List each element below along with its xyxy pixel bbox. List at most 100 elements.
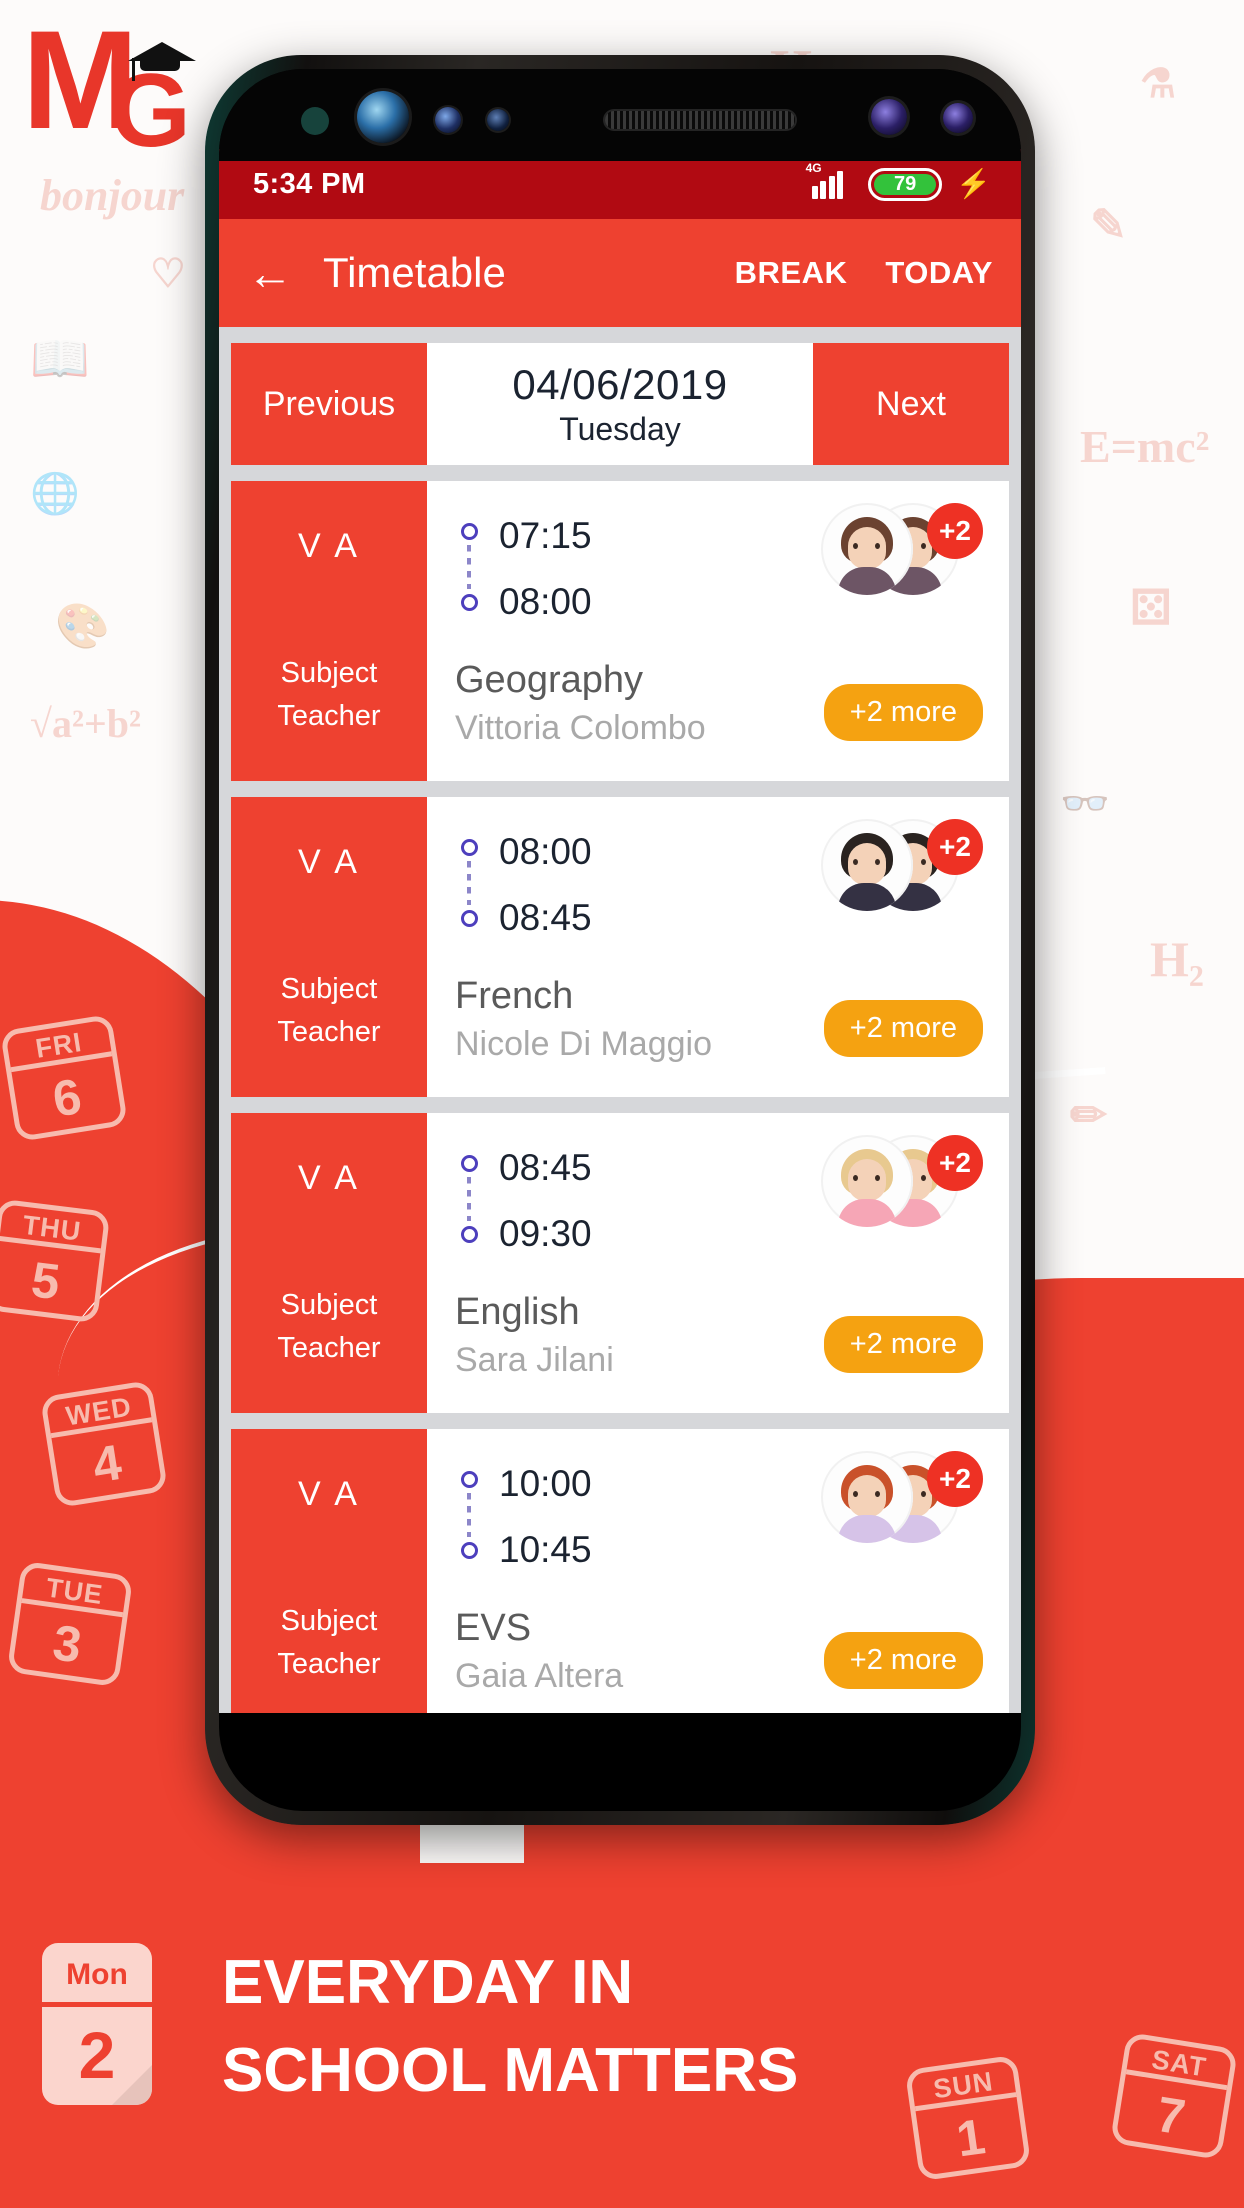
avatar-group[interactable]: +2: [821, 819, 983, 919]
app-screen: 5:34 PM 4G 79 ⚡ ← Timetable BREAK TODAY …: [219, 149, 1021, 1713]
network-type-primary: 4G: [805, 161, 822, 175]
sensor-icon-f: [943, 103, 973, 133]
row-start-time: 10:00: [499, 1463, 592, 1504]
calendar-badge-num: 4: [89, 1433, 126, 1494]
row-details: 08:45 09:30 English Sara Jilani +2 +2 mo…: [427, 1113, 1009, 1413]
row-subject-label: Subject: [280, 1605, 378, 1637]
avatar: [821, 1135, 913, 1227]
app-bar: ← Timetable BREAK TODAY: [219, 219, 1021, 327]
row-end-time: 09:30: [499, 1213, 592, 1254]
more-button[interactable]: +2 more: [823, 1316, 983, 1373]
timeline-icon: [455, 831, 483, 927]
avatar-group[interactable]: +2: [821, 1135, 983, 1235]
row-start-time: 08:45: [499, 1147, 592, 1188]
calendar-badge-fri: FRI 6: [0, 1013, 129, 1143]
row-subject-label: Subject: [280, 657, 378, 689]
row-class-name: V A: [298, 1475, 360, 1513]
graduation-cap-icon: [128, 42, 196, 61]
row-start-time: 08:00: [499, 831, 592, 872]
row-teacher-label: Teacher: [277, 700, 381, 732]
row-subject: English: [455, 1291, 580, 1333]
earpiece-speaker-icon: [605, 111, 795, 129]
row-field-labels: Subject Teacher: [277, 1289, 380, 1365]
calendar-badge-tue: TUE 3: [6, 1560, 134, 1688]
table-row[interactable]: V A Subject Teacher 10:00 10:45 EVS Gaia…: [231, 1429, 1009, 1713]
row-teacher: Nicole Di Maggio: [455, 1025, 712, 1063]
row-teacher-label: Teacher: [277, 1648, 381, 1680]
avatar: [821, 819, 913, 911]
avatar-overflow-badge: +2: [927, 819, 983, 875]
current-weekday: Tuesday: [559, 410, 681, 447]
row-field-labels: Subject Teacher: [277, 1605, 380, 1681]
row-field-labels: Subject Teacher: [277, 657, 380, 733]
phone-screen-area: 5:34 PM 4G 79 ⚡ ← Timetable BREAK TODAY …: [219, 69, 1021, 1811]
row-subject: French: [455, 975, 574, 1017]
banner-calendar-icon: Mon 2: [42, 1943, 152, 2105]
row-details: 08:00 08:45 French Nicole Di Maggio +2 +…: [427, 797, 1009, 1097]
avatar-group[interactable]: +2: [821, 503, 983, 603]
table-row[interactable]: V A Subject Teacher 08:45 09:30 English …: [231, 1113, 1009, 1413]
row-start-time: 07:15: [499, 515, 592, 556]
page-title: Timetable: [323, 249, 506, 296]
avatar: [821, 503, 913, 595]
network-type-label: 4G: [805, 161, 822, 175]
row-details: 07:15 08:00 Geography Vittoria Colombo +…: [427, 481, 1009, 781]
today-button[interactable]: TODAY: [885, 255, 993, 291]
calendar-badge-num: 5: [28, 1251, 63, 1311]
table-row[interactable]: V A Subject Teacher 07:15 08:00 Geograph…: [231, 481, 1009, 781]
banner-headline-line1: EVERYDAY IN: [222, 1948, 634, 2017]
row-times: 08:45 09:30: [499, 1147, 592, 1255]
row-class-panel: V A Subject Teacher: [231, 797, 427, 1097]
avatar-group[interactable]: +2: [821, 1451, 983, 1551]
lightning-bolt-icon: ⚡: [956, 168, 991, 199]
battery-percent-label: 79: [874, 173, 937, 195]
row-class-panel: V A Subject Teacher: [231, 1429, 427, 1713]
date-navigation-bar: Previous 04/06/2019 Tuesday Next: [231, 343, 1009, 465]
timeline-icon: [455, 515, 483, 611]
row-times: 07:15 08:00: [499, 515, 592, 623]
phone-mockup: 5:34 PM 4G 79 ⚡ ← Timetable BREAK TODAY …: [205, 55, 1035, 1825]
avatar-overflow-badge: +2: [927, 503, 983, 559]
calendar-badge-thu: THU 5: [0, 1198, 111, 1324]
row-teacher: Vittoria Colombo: [455, 709, 706, 747]
break-button[interactable]: BREAK: [735, 255, 848, 291]
more-button[interactable]: +2 more: [823, 684, 983, 741]
calendar-badge-num: 6: [49, 1067, 86, 1128]
row-teacher: Gaia Altera: [455, 1657, 624, 1695]
row-teacher-label: Teacher: [277, 1016, 381, 1048]
graduation-cap-tassel-icon: [132, 58, 135, 81]
row-end-time: 08:45: [499, 897, 592, 938]
avatar-overflow-badge: +2: [927, 1135, 983, 1191]
front-camera-icon: [357, 91, 409, 143]
calendar-badge-wed: WED 4: [39, 1379, 169, 1509]
banner-headline-line2: SCHOOL MATTERS: [222, 2036, 799, 2105]
avatar: [821, 1451, 913, 1543]
sensor-icon-e: [871, 99, 907, 135]
row-subject-label: Subject: [280, 973, 378, 1005]
table-row[interactable]: V A Subject Teacher 08:00 08:45 French N…: [231, 797, 1009, 1097]
row-subject-label: Subject: [280, 1289, 378, 1321]
phone-top-bezel: [219, 69, 1021, 161]
row-subject: EVS: [455, 1607, 532, 1649]
next-day-button[interactable]: Next: [813, 343, 1009, 465]
banner-headline: EVERYDAY IN SCHOOL MATTERS: [222, 1939, 798, 2115]
banner-calendar-day: Mon: [42, 1943, 152, 2007]
promo-banner: Mon 2 EVERYDAY IN SCHOOL MATTERS: [0, 1863, 1244, 2208]
row-teacher: Sara Jilani: [455, 1341, 614, 1379]
row-class-panel: V A Subject Teacher: [231, 1113, 427, 1413]
timeline-icon: [455, 1147, 483, 1243]
battery-icon: 79: [868, 167, 943, 201]
row-field-labels: Subject Teacher: [277, 973, 380, 1049]
avatar-overflow-badge: +2: [927, 1451, 983, 1507]
proximity-sensor-icon: [301, 107, 329, 135]
row-times: 08:00 08:45: [499, 831, 592, 939]
timetable-list: Previous 04/06/2019 Tuesday Next V A Sub…: [219, 327, 1021, 1713]
row-class-name: V A: [298, 843, 360, 881]
row-details: 10:00 10:45 EVS Gaia Altera +2 +2 more: [427, 1429, 1009, 1713]
row-teacher-label: Teacher: [277, 1332, 381, 1364]
timeline-icon: [455, 1463, 483, 1559]
previous-day-button[interactable]: Previous: [231, 343, 427, 465]
back-arrow-icon[interactable]: ←: [247, 250, 311, 296]
more-button[interactable]: +2 more: [823, 1632, 983, 1689]
more-button[interactable]: +2 more: [823, 1000, 983, 1057]
